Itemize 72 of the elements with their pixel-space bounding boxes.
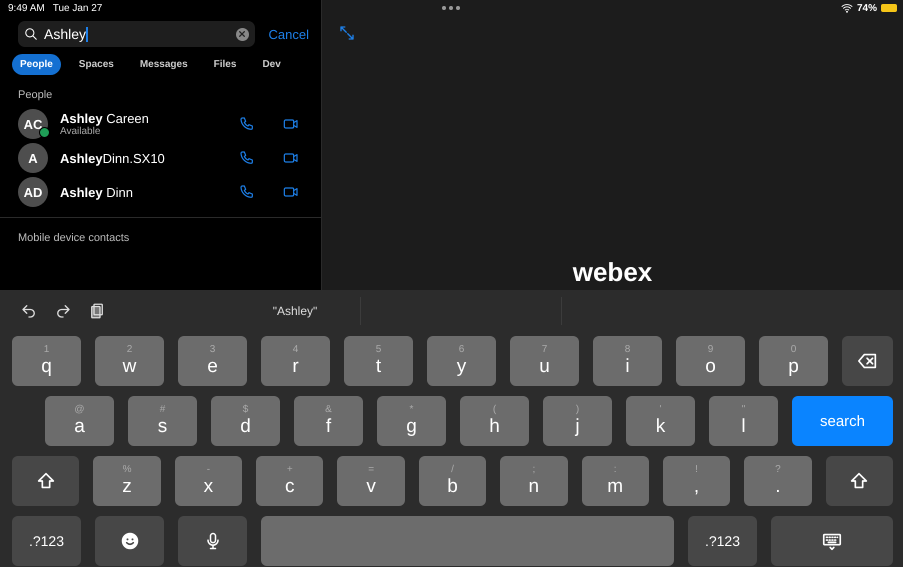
phone-icon[interactable] <box>239 184 255 200</box>
phone-icon[interactable] <box>239 116 255 132</box>
filter-tab[interactable]: Files <box>206 54 244 75</box>
key[interactable]: / b <box>418 456 486 506</box>
key[interactable]: & f <box>294 396 363 446</box>
key[interactable]: ( h <box>460 396 529 446</box>
key[interactable]: @ a <box>45 396 114 446</box>
clear-button[interactable] <box>236 28 249 40</box>
key[interactable]: 2 w <box>95 336 164 386</box>
numbers-key[interactable]: .?123 <box>688 516 757 566</box>
avatar: A <box>18 143 48 173</box>
key[interactable]: = v <box>337 456 405 506</box>
section-heading: Mobile device contacts <box>17 231 130 246</box>
key[interactable]: ' k <box>626 396 695 446</box>
expand-arrows-icon[interactable] <box>338 24 356 42</box>
battery-percent: 74% <box>856 2 877 14</box>
contact-name[interactable]: Ashley Dinn <box>60 184 239 200</box>
webex-logo: webex <box>572 257 654 289</box>
backspace-key[interactable] <box>842 336 893 386</box>
key[interactable]: ? . <box>744 456 812 506</box>
key[interactable]: 3 e <box>178 336 247 386</box>
paste-icon[interactable] <box>88 302 106 320</box>
filter-tab[interactable]: Dev <box>254 54 289 75</box>
key[interactable]: 8 i <box>593 336 662 386</box>
key[interactable]: 6 y <box>427 336 496 386</box>
shift-key[interactable] <box>12 456 80 506</box>
search-key[interactable]: search <box>792 396 893 446</box>
key[interactable]: % z <box>93 456 161 506</box>
numbers-key[interactable]: .?123 <box>12 516 81 566</box>
shift-key[interactable] <box>826 456 893 506</box>
close-icon[interactable] <box>238 30 246 38</box>
key[interactable]: * g <box>377 396 446 446</box>
key[interactable]: 5 t <box>344 336 413 386</box>
avatar: AC <box>18 109 48 139</box>
suggestion[interactable]: "Ashley" <box>230 304 360 318</box>
undo-icon[interactable] <box>20 302 38 320</box>
key[interactable]: 7 u <box>510 336 579 386</box>
avatar: AD <box>18 177 48 207</box>
cancel-button[interactable]: Cancel <box>264 26 313 42</box>
dictation-key[interactable] <box>178 516 247 566</box>
smiley-icon[interactable] <box>120 531 140 551</box>
contact-name[interactable]: AshleyDinn.SX10 <box>60 150 239 166</box>
key[interactable]: - x <box>174 456 242 506</box>
key[interactable]: 1 q <box>12 336 81 386</box>
phone-icon[interactable] <box>239 150 255 166</box>
contact-status: Available <box>60 126 102 137</box>
key[interactable]: ! , <box>662 456 730 506</box>
key[interactable]: 4 r <box>261 336 330 386</box>
status-date: Tue Jan 27 <box>52 3 102 16</box>
key[interactable]: : m <box>582 456 649 506</box>
key[interactable]: ) j <box>543 396 612 446</box>
contact-name[interactable]: Ashley Careen <box>60 111 239 126</box>
key[interactable]: + c <box>256 456 324 506</box>
multitasking-dots-icon[interactable] <box>442 6 460 10</box>
filter-tab[interactable]: Messages <box>132 54 196 75</box>
emoji-key[interactable] <box>95 516 164 566</box>
filter-tab[interactable]: People <box>12 54 61 75</box>
battery-icon <box>881 4 897 12</box>
search-field[interactable]: Ashley <box>18 21 255 47</box>
status-time: 9:49 AM <box>8 3 45 16</box>
key[interactable]: $ d <box>211 396 280 446</box>
key[interactable]: # s <box>128 396 197 446</box>
section-heading: People <box>17 88 54 103</box>
key[interactable]: 0 p <box>759 336 828 386</box>
key[interactable]: ; n <box>500 456 568 506</box>
redo-icon[interactable] <box>54 302 72 320</box>
search-icon[interactable] <box>24 27 38 41</box>
wifi-icon[interactable] <box>840 2 853 14</box>
filter-tab[interactable]: Spaces <box>70 54 122 75</box>
key[interactable]: 9 o <box>676 336 745 386</box>
hide-keyboard-key[interactable] <box>771 516 893 566</box>
key[interactable]: " l <box>709 396 778 446</box>
